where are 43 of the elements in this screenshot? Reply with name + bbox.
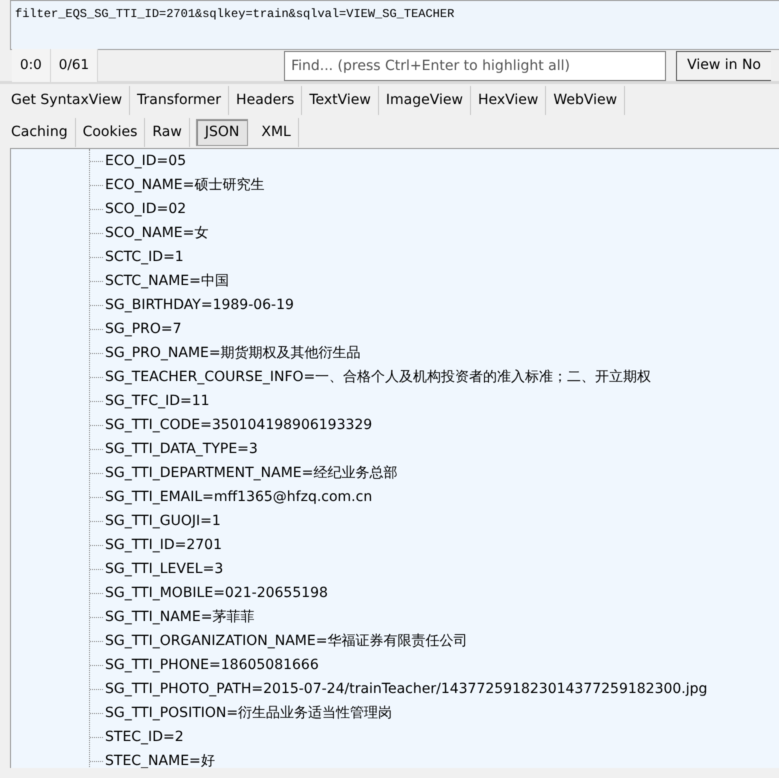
- request-body-field[interactable]: filter_EQS_SG_TTI_ID=2701&sqlkey=train&sqlval=VIEW_SG_TEACHER: [10, 0, 779, 50]
- tab[interactable]: Get SyntaxView: [4, 86, 130, 114]
- tab[interactable]: WebView: [546, 86, 626, 114]
- tree-node[interactable]: SG_TTI_NAME=茅菲菲: [103, 606, 254, 628]
- tree-node[interactable]: SG_TTI_PHONE=18605081666: [103, 654, 319, 676]
- tree-node[interactable]: SG_PRO=7: [103, 318, 182, 340]
- tab[interactable]: Cookies: [76, 118, 146, 146]
- tree-node[interactable]: SG_TTI_LEVEL=3: [103, 558, 224, 580]
- tree-node[interactable]: SG_TTI_CODE=350104198906193329: [103, 414, 372, 436]
- tab[interactable]: JSON: [196, 118, 248, 146]
- tree-node[interactable]: SG_TTI_MOBILE=021-20655198: [103, 582, 328, 604]
- tab[interactable]: HexView: [470, 86, 546, 114]
- tree-node[interactable]: SG_TTI_POSITION=衍生品业务适当性管理岗: [103, 702, 392, 724]
- tree-node[interactable]: ECO_ID=05: [103, 150, 186, 172]
- tab[interactable]: Caching: [4, 118, 76, 146]
- tree-node[interactable]: SG_TTI_PHOTO_PATH=2015-07-24/trainTeacher/143772591823014377259182300.jpg: [103, 678, 708, 700]
- tree-node[interactable]: SG_PRO_NAME=期货期权及其他衍生品: [103, 342, 361, 364]
- tree-node[interactable]: SG_TTI_ORGANIZATION_NAME=华福证券有限责任公司: [103, 630, 468, 652]
- tree-node[interactable]: STEC_NAME=好: [103, 750, 215, 768]
- tab[interactable]: Transformer: [130, 86, 230, 114]
- tree-node[interactable]: SG_TTI_ID=2701: [103, 534, 222, 556]
- tree-node[interactable]: SCO_NAME=女: [103, 222, 208, 244]
- tree-node[interactable]: SG_TTI_EMAIL=mff1365@hfzq.com.cn: [103, 486, 372, 508]
- tree-node[interactable]: SG_TTI_DATA_TYPE=3: [103, 438, 258, 460]
- view-in-notepad-button[interactable]: View in No: [676, 50, 771, 80]
- tree-node[interactable]: SG_TEACHER_COURSE_INFO=一、合格个人及机构投资者的准入标准；二、开立期权: [103, 366, 652, 388]
- tree-node[interactable]: ECO_NAME=硕士研究生: [103, 174, 264, 196]
- find-field[interactable]: Find... (press Ctrl+Enter to highlight all): [284, 50, 666, 80]
- tab[interactable]: Headers: [229, 86, 302, 114]
- match-count: 0/61: [50, 49, 98, 82]
- tree-node[interactable]: SG_TTI_GUOJI=1: [103, 510, 221, 532]
- tab[interactable]: XML: [254, 118, 299, 146]
- tab[interactable]: TextView: [302, 86, 379, 114]
- tree-node[interactable]: STEC_ID=2: [103, 726, 184, 748]
- tree-node[interactable]: SCO_ID=02: [103, 198, 186, 220]
- tree-node[interactable]: SG_TTI_DEPARTMENT_NAME=经纪业务总部: [103, 462, 398, 484]
- tab[interactable]: ImageView: [378, 86, 471, 114]
- tree-node[interactable]: SG_BIRTHDAY=1989-06-19: [103, 294, 294, 316]
- tree-node[interactable]: SCTC_NAME=中国: [103, 270, 229, 292]
- tree-node[interactable]: SCTC_ID=1: [103, 246, 184, 268]
- tree-node[interactable]: SG_TFC_ID=11: [103, 390, 210, 412]
- tab[interactable]: Raw: [145, 118, 190, 146]
- cursor-position: 0:0: [12, 49, 51, 82]
